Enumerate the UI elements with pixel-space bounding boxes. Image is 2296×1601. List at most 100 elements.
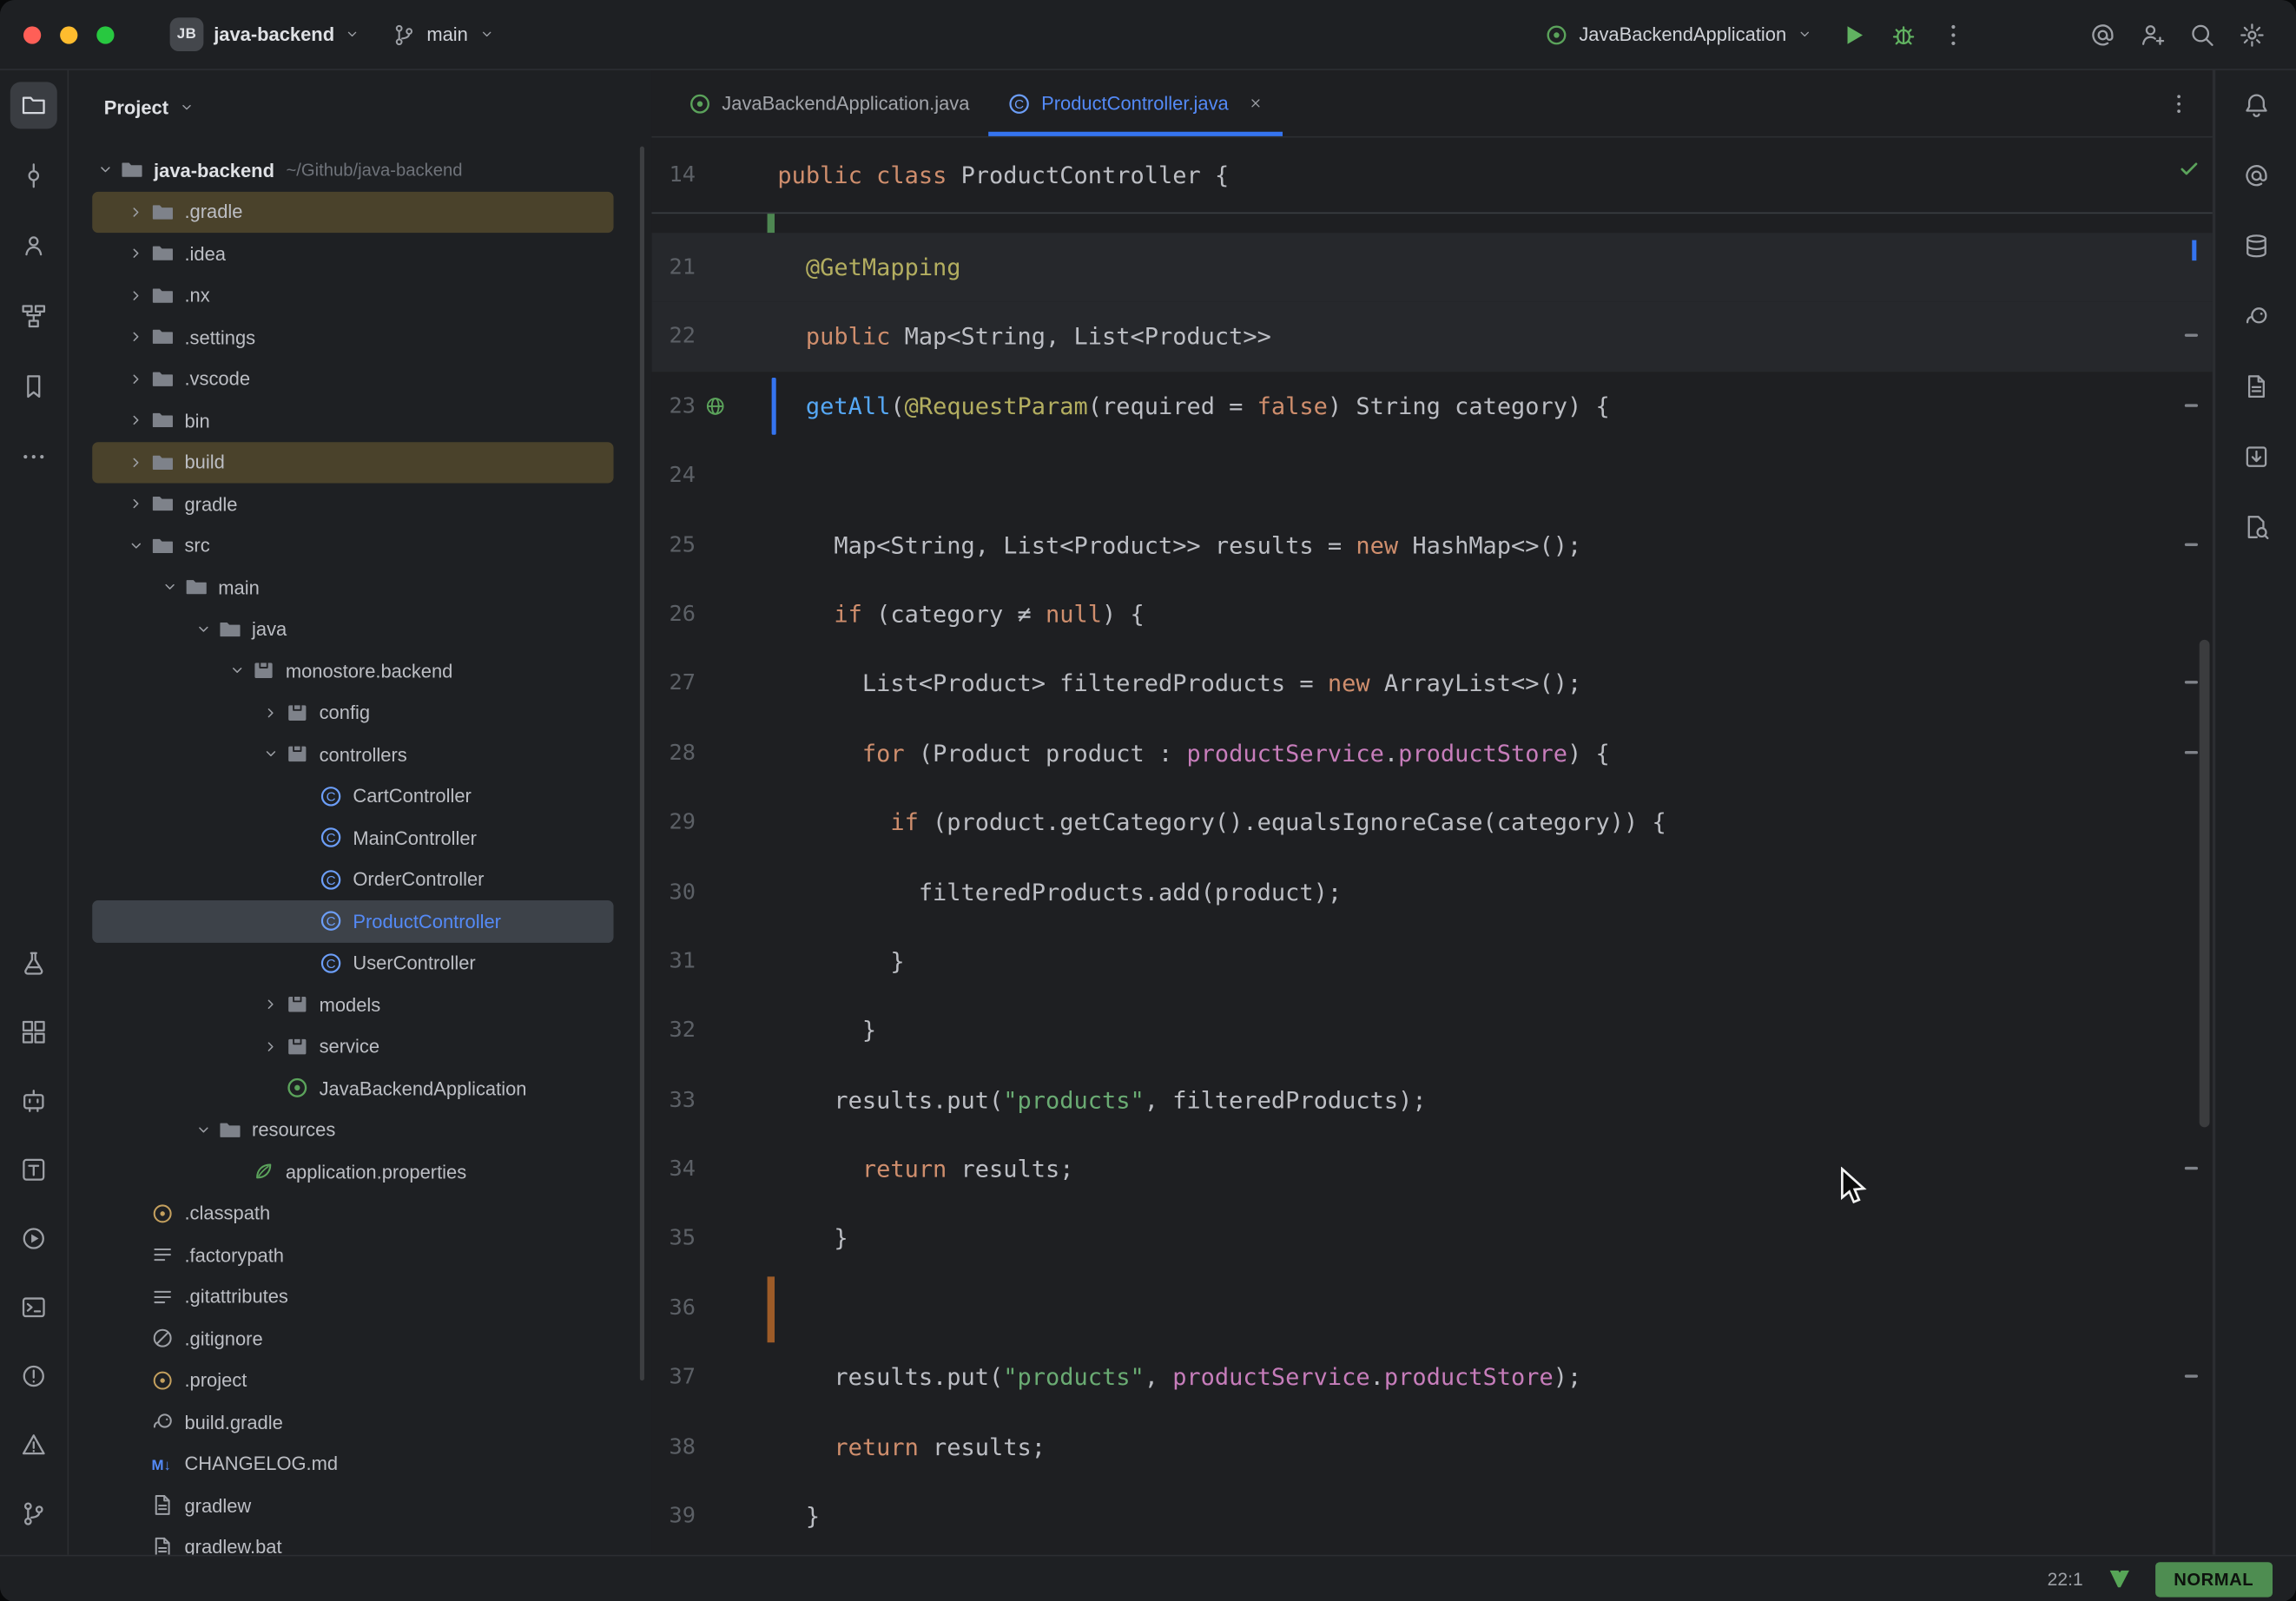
code-line-28[interactable]: 28 for (Product product : productService… bbox=[651, 718, 2213, 787]
code-with-me-button[interactable] bbox=[2132, 14, 2173, 55]
run-configuration-widget[interactable]: JavaBackendApplication bbox=[1534, 16, 1824, 54]
chevron-down-icon[interactable] bbox=[156, 574, 182, 600]
chevron-right-icon[interactable] bbox=[123, 407, 149, 433]
caret-position[interactable]: 22:1 bbox=[2048, 1569, 2083, 1590]
tree-item-main[interactable]: main bbox=[92, 567, 613, 609]
tree-item-bin[interactable]: bin bbox=[92, 399, 613, 441]
notifications-icon[interactable] bbox=[2233, 82, 2280, 128]
chevron-down-icon[interactable] bbox=[190, 1117, 216, 1143]
code-line-33[interactable]: 33 results.put("products", filteredProdu… bbox=[651, 1065, 2213, 1135]
tree-item-gradlew[interactable]: gradlew bbox=[92, 1485, 613, 1526]
chevron-right-icon[interactable] bbox=[123, 240, 149, 267]
tree-item-controllers[interactable]: controllers bbox=[92, 734, 613, 775]
ai-assistant-button[interactable] bbox=[2082, 14, 2123, 55]
run-button[interactable] bbox=[1833, 14, 1874, 55]
editor-tab-productcontroller-java[interactable]: CProductController.java bbox=[988, 70, 1283, 136]
terminal-tool-icon[interactable] bbox=[10, 1284, 57, 1331]
spring-tool-icon[interactable] bbox=[10, 940, 57, 987]
code-line-32[interactable]: 32 } bbox=[651, 996, 2213, 1065]
code-line-26[interactable]: 26 if (category ≠ null) { bbox=[651, 580, 2213, 649]
code-line-37[interactable]: 37 results.put("products", productServic… bbox=[651, 1343, 2213, 1413]
editor-content[interactable]: 14public class ProductController { 21 @G… bbox=[651, 138, 2213, 1555]
warnings-tool-icon[interactable] bbox=[10, 1421, 57, 1468]
chevron-down-icon[interactable] bbox=[190, 616, 216, 642]
todo-tool-icon[interactable] bbox=[10, 1146, 57, 1193]
chevron-right-icon[interactable] bbox=[123, 366, 149, 392]
gradle-tool-icon[interactable] bbox=[2233, 293, 2280, 339]
tree-item-ordercontroller[interactable]: COrderController bbox=[92, 859, 613, 900]
commit-tool-icon[interactable] bbox=[10, 152, 57, 199]
database-tool-icon[interactable] bbox=[2233, 222, 2280, 269]
dependencies-tool-icon[interactable] bbox=[2233, 363, 2280, 410]
code-line-30[interactable]: 30 filteredProducts.add(product); bbox=[651, 857, 2213, 926]
tree-item-classpath[interactable]: .classpath bbox=[92, 1192, 613, 1234]
tree-item-build-gradle[interactable]: build.gradle bbox=[92, 1401, 613, 1443]
zoom-window-button[interactable] bbox=[96, 26, 114, 43]
minimize-window-button[interactable] bbox=[60, 26, 77, 43]
inspections-ok-icon[interactable] bbox=[2177, 156, 2200, 180]
tree-item-changelog-md[interactable]: M↓CHANGELOG.md bbox=[92, 1443, 613, 1485]
services-tool-icon[interactable] bbox=[10, 1009, 57, 1056]
project-panel-header[interactable]: Project bbox=[69, 70, 651, 143]
tree-item-nx[interactable]: .nx bbox=[92, 274, 613, 316]
chevron-down-icon[interactable] bbox=[224, 658, 250, 684]
tree-item-gitattributes[interactable]: .gitattributes bbox=[92, 1276, 613, 1318]
tree-item-cartcontroller[interactable]: CCartController bbox=[92, 775, 613, 817]
artifacts-tool-icon[interactable] bbox=[2233, 433, 2280, 480]
tree-item-java-backend[interactable]: java-backend~/Github/java-backend bbox=[92, 149, 613, 191]
ai-chat-tool-icon[interactable] bbox=[10, 1077, 57, 1124]
code-line-22[interactable]: 22 public Map<String, List<Product>> bbox=[651, 302, 2213, 372]
chevron-right-icon[interactable] bbox=[258, 1033, 284, 1059]
code-line-27[interactable]: 27 List<Product> filteredProducts = new … bbox=[651, 649, 2213, 719]
tree-item-config[interactable]: config bbox=[92, 692, 613, 734]
structure-tool-icon[interactable] bbox=[10, 293, 57, 339]
tree-item-factorypath[interactable]: .factorypath bbox=[92, 1234, 613, 1275]
code-line-24[interactable]: 24 bbox=[651, 441, 2213, 511]
code-line-23[interactable]: 23 getAll(@RequestParam(required = false… bbox=[651, 372, 2213, 441]
tree-item-idea[interactable]: .idea bbox=[92, 233, 613, 274]
chevron-down-icon[interactable] bbox=[258, 741, 284, 768]
tree-item-gitignore[interactable]: .gitignore bbox=[92, 1318, 613, 1360]
tree-item-application-properties[interactable]: application.properties bbox=[92, 1150, 613, 1192]
chevron-right-icon[interactable] bbox=[123, 199, 149, 225]
tree-item-resources[interactable]: resources bbox=[92, 1109, 613, 1150]
code-line-34[interactable]: 34 return results; bbox=[651, 1135, 2213, 1204]
ideavim-icon[interactable] bbox=[2107, 1566, 2132, 1591]
run-tool-icon[interactable] bbox=[10, 1216, 57, 1262]
chevron-right-icon[interactable] bbox=[123, 282, 149, 308]
chevron-right-icon[interactable] bbox=[258, 700, 284, 726]
close-tab-icon[interactable] bbox=[1248, 96, 1264, 112]
editor-scrollbar[interactable] bbox=[2200, 640, 2210, 1128]
tree-item-service[interactable]: service bbox=[92, 1025, 613, 1067]
project-tree-scrollbar[interactable] bbox=[640, 147, 644, 1380]
code-line-29[interactable]: 29 if (product.getCategory().equalsIgnor… bbox=[651, 787, 2213, 857]
editor-tab-javabackendapplication-java[interactable]: JavaBackendApplication.java bbox=[670, 70, 989, 136]
project-widget[interactable]: JB java-backend bbox=[158, 10, 373, 59]
branch-widget[interactable]: main bbox=[381, 16, 506, 54]
code-line-35[interactable]: 35 } bbox=[651, 1204, 2213, 1274]
tree-item-usercontroller[interactable]: CUserController bbox=[92, 942, 613, 984]
close-window-button[interactable] bbox=[23, 26, 41, 43]
chevron-right-icon[interactable] bbox=[123, 449, 149, 475]
tree-item-models[interactable]: models bbox=[92, 984, 613, 1025]
code-line-14[interactable]: 14public class ProductController { bbox=[651, 138, 2213, 213]
code-line-36[interactable]: 36 bbox=[651, 1274, 2213, 1343]
more-actions-button[interactable] bbox=[1933, 14, 1974, 55]
code-line-39[interactable]: 39 } bbox=[651, 1482, 2213, 1552]
tree-item-src[interactable]: src bbox=[92, 525, 613, 567]
vim-mode-badge[interactable]: NORMAL bbox=[2154, 1561, 2273, 1596]
globe-icon[interactable] bbox=[696, 372, 734, 441]
chevron-down-icon[interactable] bbox=[123, 532, 149, 558]
search-everywhere-button[interactable] bbox=[2181, 14, 2222, 55]
tree-item-gradlew-bat[interactable]: gradlew.bat bbox=[92, 1526, 613, 1555]
chevron-right-icon[interactable] bbox=[123, 491, 149, 517]
bookmarks-tool-icon[interactable] bbox=[10, 363, 57, 410]
tree-item-vscode[interactable]: .vscode bbox=[92, 358, 613, 399]
code-line-21[interactable]: 21 @GetMapping bbox=[651, 233, 2213, 302]
ai-assistant-icon[interactable] bbox=[2233, 152, 2280, 199]
tree-item-javabackendapplication[interactable]: JavaBackendApplication bbox=[92, 1067, 613, 1109]
problems-tool-icon[interactable] bbox=[10, 1353, 57, 1400]
code-line-31[interactable]: 31 } bbox=[651, 926, 2213, 996]
tree-item-project[interactable]: .project bbox=[92, 1360, 613, 1401]
tree-item-monostore-backend[interactable]: monostore.backend bbox=[92, 650, 613, 692]
